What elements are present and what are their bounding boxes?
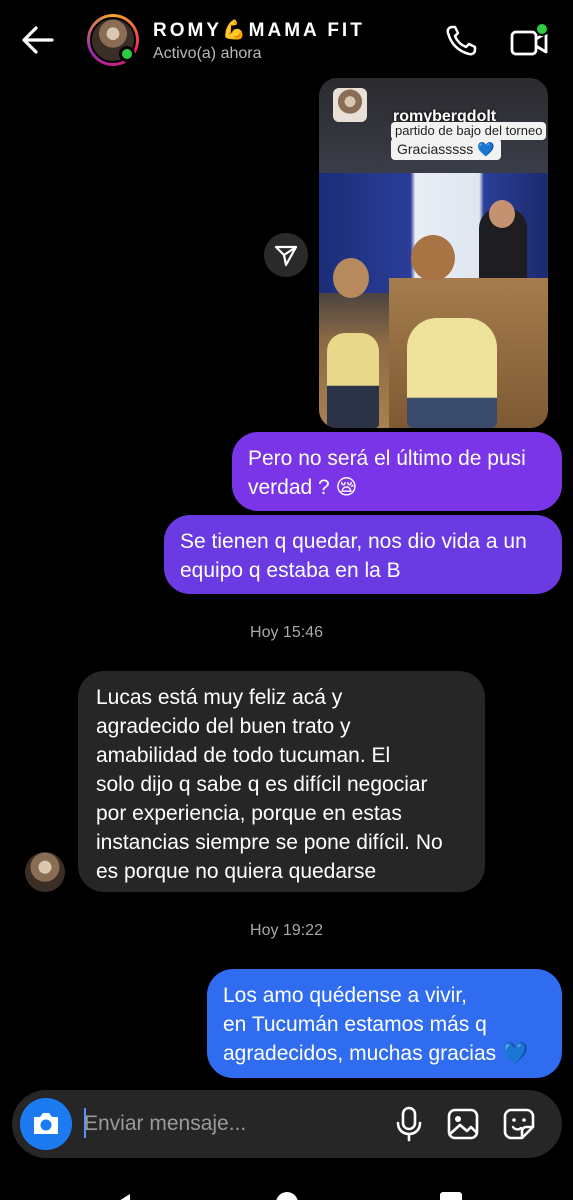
post-caption-line-2: Graciasssss 💙 [391,138,501,160]
message-text: Pero no será el último de pusi [248,447,526,470]
message-text: Los amo quédense a vivir, [223,984,467,1007]
contact-status: Activo(a) ahora [153,45,262,62]
message-bubble-sent[interactable]: Los amo quédense a vivir, en Tucumán est… [207,969,562,1078]
contact-name[interactable]: ROMY💪MAMA FIT [153,18,365,42]
message-text: amabilidad de todo tucuman. El [96,744,391,767]
nav-recents-icon[interactable] [440,1192,462,1200]
message-text: solo dijo q sabe q es difícil negociar [96,773,428,796]
message-text: equipo q estaba en la B [180,559,401,582]
message-text: en Tucumán estamos más q [223,1013,487,1036]
phone-icon[interactable] [444,24,478,58]
message-text: agradecidos, muchas gracias 💙 [223,1042,529,1065]
message-text: es porque no quiera quedarse [96,860,377,883]
share-icon[interactable] [264,233,308,277]
sticker-icon[interactable] [502,1107,536,1141]
post-author-avatar [333,88,367,122]
chat-header: ROMY💪MAMA FIT Activo(a) ahora [0,0,573,82]
message-bubble-received[interactable]: Lucas está muy feliz acá y agradecido de… [78,671,485,892]
message-text: por experiencia, porque en estas [96,802,402,825]
system-navigation-bar [0,1170,573,1200]
message-text: verdad ? 😪 [248,476,358,499]
gallery-icon[interactable] [446,1107,480,1141]
message-text: Lucas está muy feliz acá y [96,686,343,709]
message-composer [12,1090,562,1158]
message-text: agradecido del buen trato y [96,715,351,738]
microphone-icon[interactable] [395,1106,423,1142]
sender-avatar[interactable] [25,852,65,892]
online-status-dot [119,46,135,62]
message-input[interactable] [84,1108,384,1140]
message-text: Se tienen q quedar, nos dio vida a un [180,530,527,553]
message-text: instancias siempre se pone difícil. No [96,831,443,854]
camera-icon[interactable] [20,1098,72,1150]
message-bubble-sent[interactable]: Pero no será el último de pusi verdad ? … [232,432,562,511]
nav-back-icon[interactable] [110,1192,134,1200]
timestamp: Hoy 15:46 [250,624,323,641]
post-header: romybergdolt partido de bajo del torneo … [333,88,547,160]
message-bubble-sent[interactable]: Se tienen q quedar, nos dio vida a un eq… [164,515,562,594]
back-arrow-icon[interactable] [18,22,58,58]
timestamp: Hoy 19:22 [250,922,323,939]
shared-post-image[interactable]: romybergdolt partido de bajo del torneo … [319,78,548,428]
nav-home-icon[interactable] [276,1192,298,1200]
video-call-icon[interactable] [509,22,549,58]
